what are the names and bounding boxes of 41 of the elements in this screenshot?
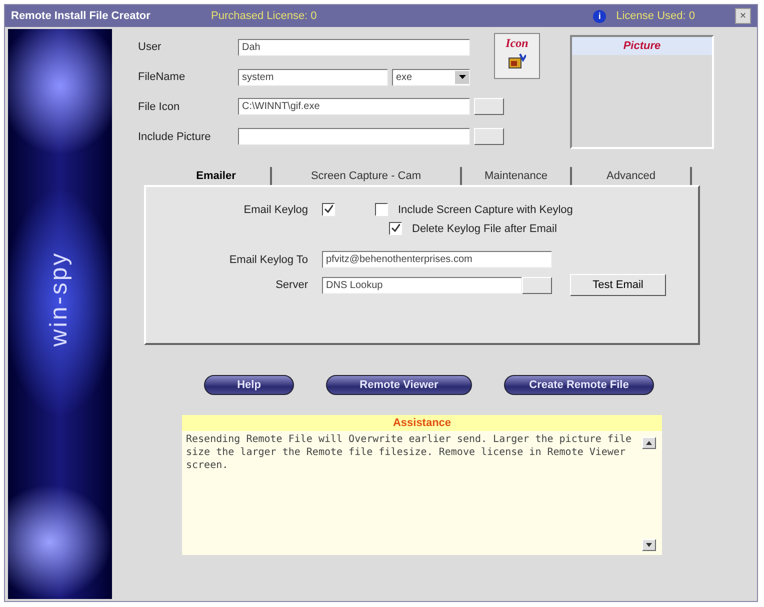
checkbox[interactable] [322,203,335,216]
assistance-title: Assistance [182,415,662,431]
email-keylog-label: Email Keylog [242,204,309,216]
info-icon: i [593,10,606,22]
scroll-down-button[interactable] [642,539,656,551]
path-input[interactable] [238,128,470,146]
server-input[interactable]: DNS Lookup [322,276,522,294]
browse-button[interactable] [474,98,504,116]
checkbox-label: Delete Keylog File after Email [412,222,557,234]
field-label: User [138,41,162,54]
down-arrow-icon [646,543,652,547]
window-title: Remote Install File Creator [11,10,152,22]
checkbox-label: Include Screen Capture with Keylog [398,204,573,216]
field-label: Include Picture [138,130,212,143]
path-input[interactable]: C:\WINNT\gif.exe [238,98,470,116]
action-button[interactable]: Create Remote File [504,375,654,395]
logo-text: win-spy [46,251,74,347]
picture-title: Picture [572,37,712,55]
file-icon [508,53,526,69]
email-input[interactable]: pfvitz@behenothenterprises.com [322,251,552,268]
test-email-button[interactable]: Test Email [570,274,666,296]
browse-button[interactable] [522,276,552,294]
field-label: FileName [138,71,186,84]
browse-button[interactable] [474,128,504,146]
field-label: File Icon [138,100,181,113]
icon-button[interactable]: Icon [494,33,540,79]
checkbox[interactable] [389,222,402,235]
extension-dropdown[interactable]: exe [392,68,470,86]
purchased-license-text: Purchased License: 0 [211,10,318,22]
assistance-text: Resending Remote File will Overwrite earlier send. Larger the picture file size the larger the Remote file filesize. Remove license in Remote Viewer screen. [186,433,633,473]
close-button[interactable]: × [735,8,751,24]
checkbox[interactable] [375,203,388,216]
email-to-label: Email Keylog To [228,254,309,266]
scroll-up-button[interactable] [642,437,656,449]
text-input[interactable]: Dah [238,38,470,56]
license-used-text: License Used: 0 [616,10,695,22]
filename-input[interactable]: system [238,68,388,86]
up-arrow-icon [646,441,652,445]
server-label: Server [274,279,309,291]
action-button[interactable]: Remote Viewer [326,375,472,395]
action-button[interactable]: Help [204,375,294,395]
